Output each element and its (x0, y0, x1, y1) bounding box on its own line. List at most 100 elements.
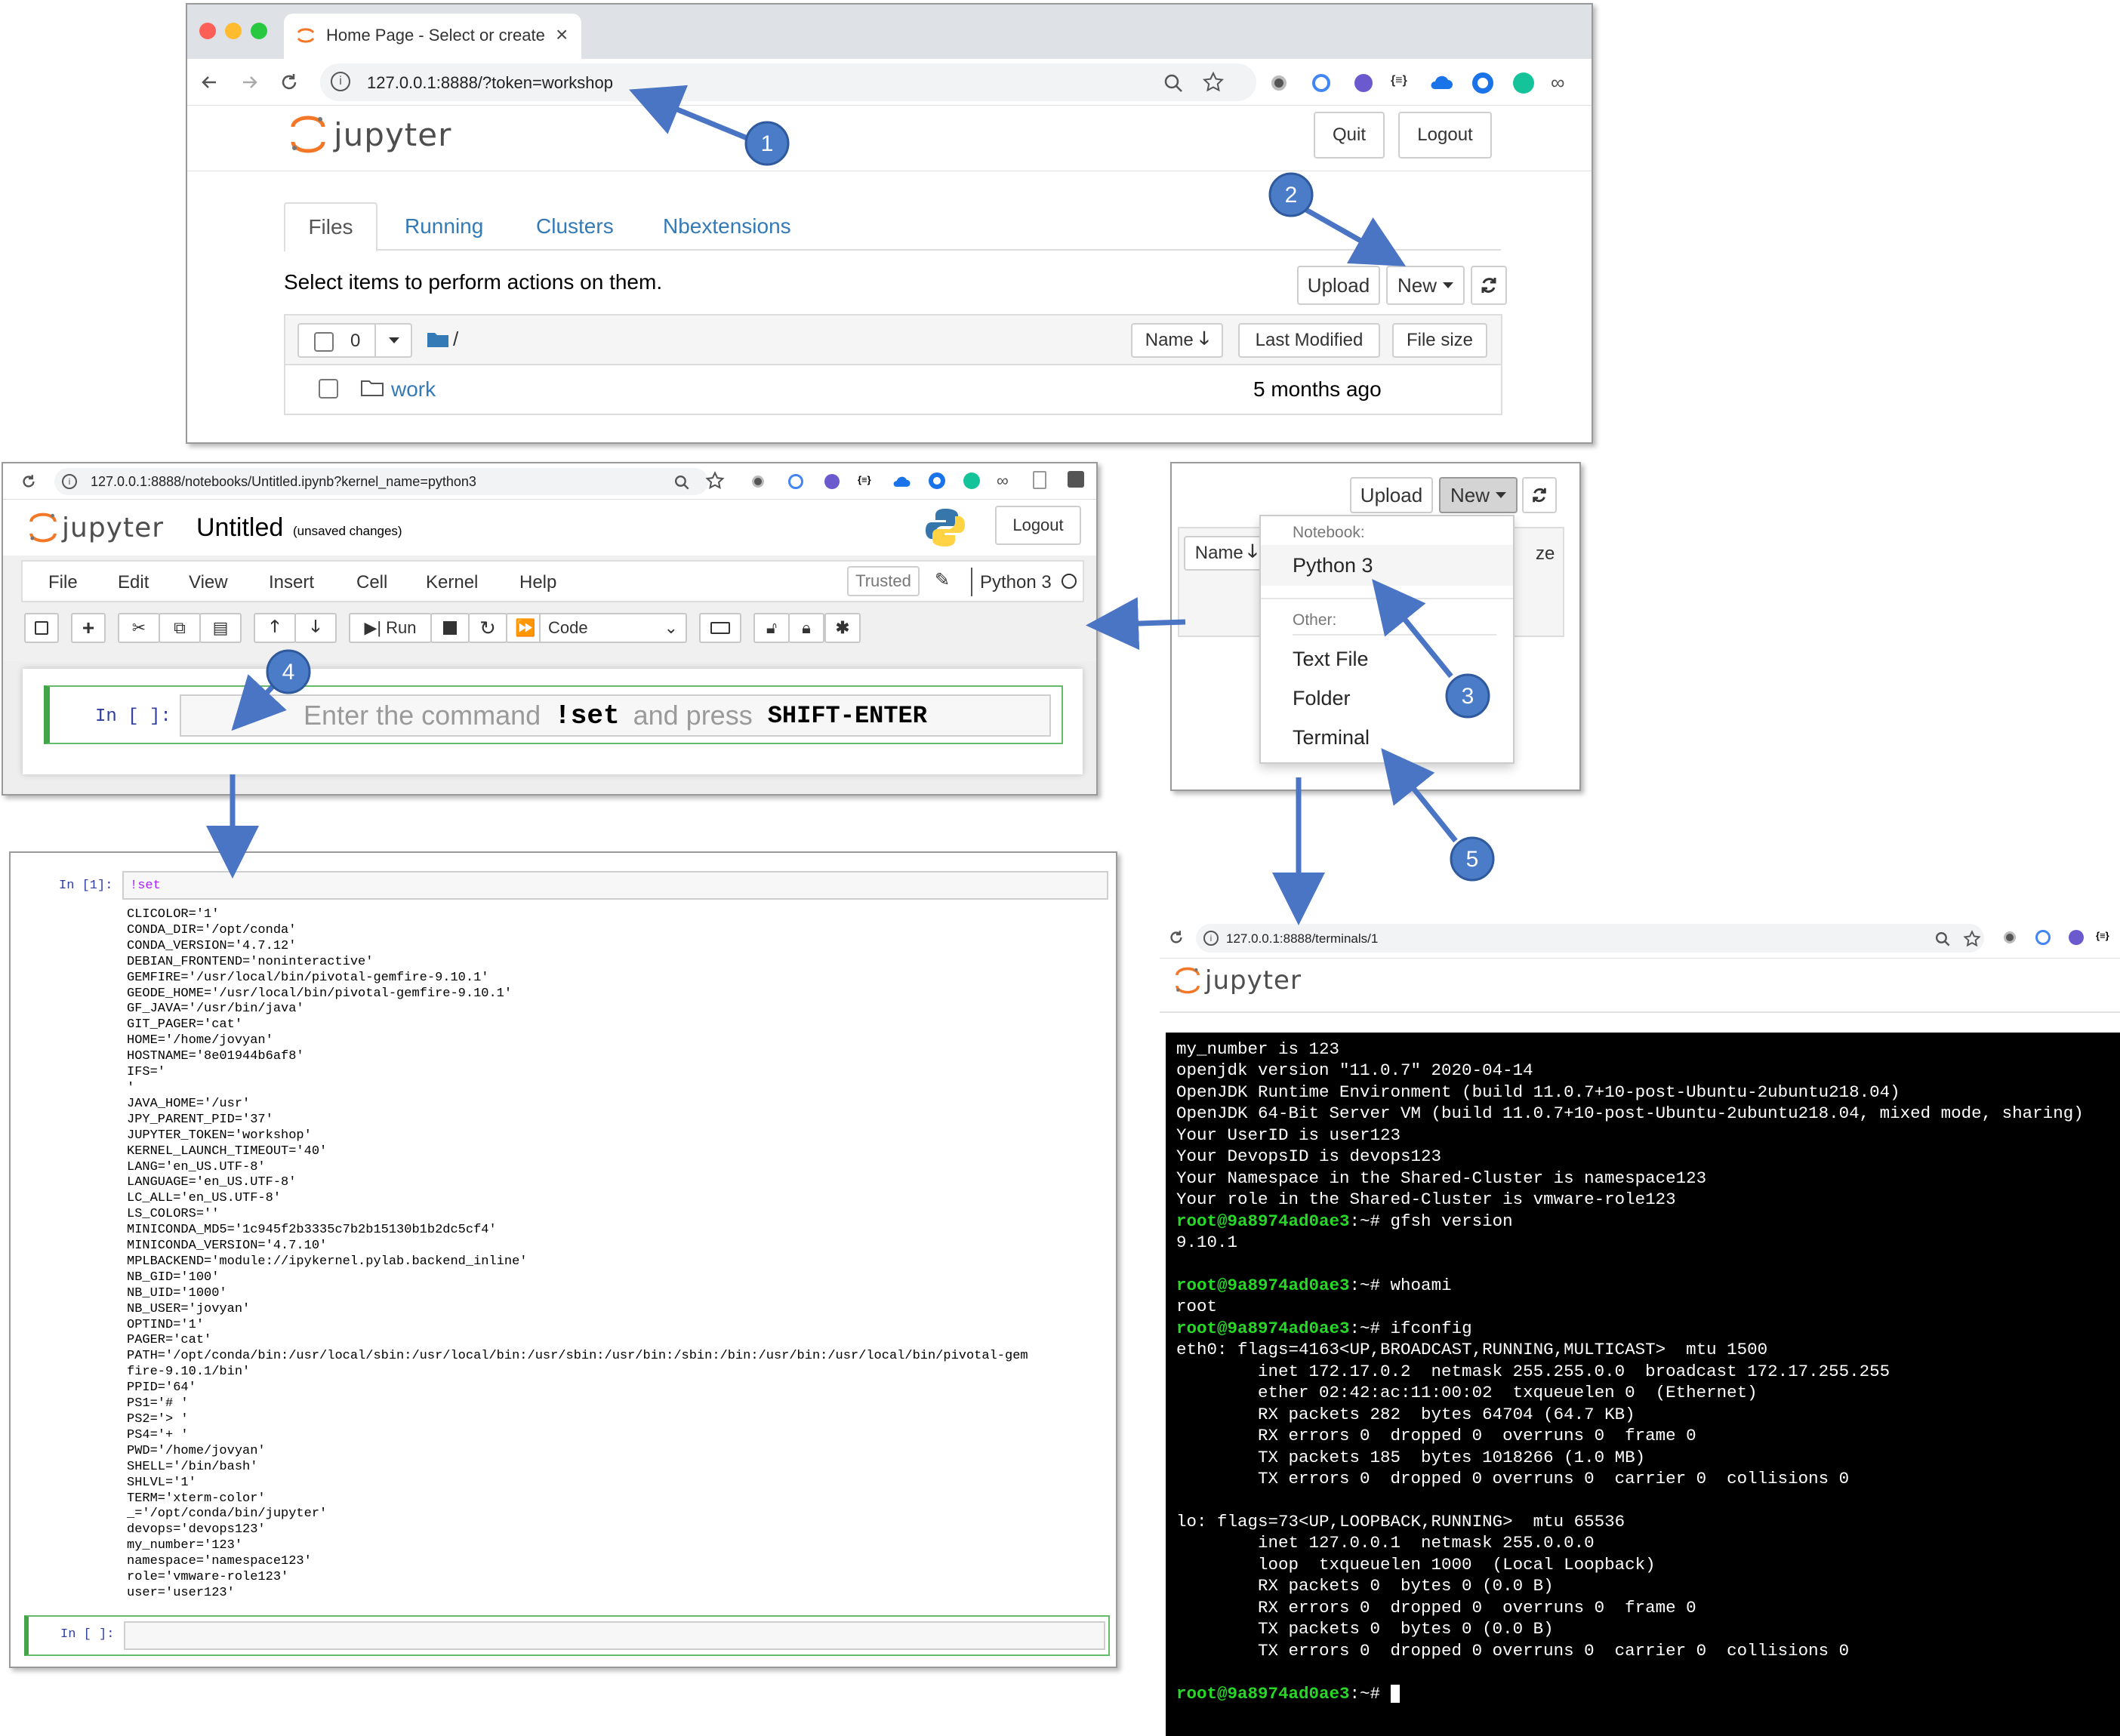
empty-code-cell[interactable]: In [ ]: (24, 1615, 1110, 1656)
site-info-icon[interactable]: i (62, 474, 77, 489)
asterisk-button[interactable]: ✱ (824, 613, 861, 643)
grammarly-icon[interactable] (1513, 72, 1534, 94)
extension-icon-4[interactable]: {≡} (858, 474, 871, 485)
address-bar[interactable]: i 127.0.0.1:8888/terminals/1 (1196, 924, 1984, 953)
select-all-checkbox[interactable] (314, 332, 334, 352)
edit-pencil-icon[interactable]: ✎ (935, 569, 950, 591)
trusted-indicator[interactable]: Trusted (847, 566, 920, 596)
command-palette-button[interactable] (699, 613, 741, 643)
quit-button[interactable]: Quit (1314, 112, 1385, 159)
zoom-icon[interactable] (1934, 931, 1951, 947)
tab-close-icon[interactable]: × (556, 23, 568, 47)
run-button[interactable]: ▶| Run (349, 613, 432, 643)
site-info-icon[interactable]: i (331, 72, 350, 91)
extension-icon-4[interactable]: {≡} (2096, 930, 2109, 941)
restart-button[interactable]: ↻ (468, 613, 507, 643)
terminal-screen[interactable]: my_number is 123 openjdk version "11.0.7"… (1166, 1033, 2120, 1736)
menu-view[interactable]: View (189, 572, 228, 593)
upload-button[interactable]: Upload (1297, 266, 1380, 305)
extension-icon-3[interactable] (2069, 930, 2084, 945)
cell-input[interactable]: Enter the command !set and press SHIFT-E… (180, 694, 1051, 737)
folder-icon[interactable] (427, 331, 448, 347)
tab-nbextensions[interactable]: Nbextensions (663, 214, 791, 239)
lock-button[interactable]: 🔒︎ (788, 613, 824, 643)
jupyter-logo[interactable]: jupyter (29, 510, 164, 545)
extension-icon-2[interactable] (1312, 74, 1330, 92)
tab-running[interactable]: Running (405, 214, 483, 239)
jupyter-logo[interactable]: jupyter (290, 113, 451, 155)
zoom-icon[interactable] (673, 474, 690, 491)
puzzle-icon[interactable] (1068, 471, 1084, 488)
row-checkbox[interactable] (319, 379, 338, 399)
glasses-icon[interactable]: ∞ (997, 471, 1009, 491)
extension-icon-1[interactable] (1271, 75, 1286, 91)
sort-size-button[interactable]: File size (1392, 323, 1487, 358)
close-window-icon[interactable] (199, 23, 216, 39)
cell-input[interactable] (124, 1621, 1105, 1650)
insert-cell-button[interactable]: + (71, 613, 106, 643)
paste-button[interactable]: ▤ (199, 613, 242, 643)
extension-icon-3[interactable] (824, 474, 840, 489)
menu-item-folder[interactable]: Folder (1293, 687, 1351, 710)
menu-file[interactable]: File (48, 572, 78, 593)
file-name-link[interactable]: work (391, 377, 436, 402)
breadcrumb[interactable]: / (453, 328, 458, 351)
grammarly-icon[interactable] (963, 472, 980, 489)
bookmark-star-icon[interactable] (1202, 71, 1225, 94)
extension-icon-3[interactable] (1354, 74, 1373, 92)
bookmark-star-icon[interactable] (1963, 930, 1981, 948)
unlock-button[interactable]: 🔓︎ (753, 613, 790, 643)
extension-icon-2[interactable] (2035, 930, 2051, 945)
zoom-icon[interactable] (1163, 72, 1184, 94)
sort-modified-button[interactable]: Last Modified (1238, 323, 1380, 358)
menu-cell[interactable]: Cell (356, 572, 387, 593)
menu-insert[interactable]: Insert (269, 572, 314, 593)
extension-icon-4[interactable]: {≡} (1391, 74, 1407, 88)
menu-edit[interactable]: Edit (118, 572, 149, 593)
cloud-icon[interactable] (891, 474, 912, 489)
extension-icon-1[interactable] (752, 476, 764, 488)
extension-icon-1[interactable] (2004, 931, 2016, 943)
notebook-title[interactable]: Untitled (196, 513, 283, 543)
reload-icon[interactable] (278, 71, 300, 94)
new-dropdown-button[interactable]: New (1439, 477, 1518, 513)
kernel-name[interactable]: Python 3 (980, 572, 1052, 593)
tab-clusters[interactable]: Clusters (536, 214, 614, 239)
extension-icon-2[interactable] (788, 474, 803, 489)
menu-kernel[interactable]: Kernel (426, 572, 478, 593)
extension-icon-5[interactable] (929, 472, 945, 489)
jupyter-logo[interactable]: jupyter (1175, 965, 1302, 996)
copy-button[interactable]: ⧉ (159, 613, 201, 643)
menu-item-terminal[interactable]: Terminal (1293, 726, 1370, 749)
maximize-window-icon[interactable] (251, 23, 267, 39)
address-bar[interactable]: i 127.0.0.1:8888/notebooks/Untitled.ipyn… (54, 468, 708, 495)
refresh-button[interactable] (1471, 266, 1507, 305)
cut-button[interactable]: ✂ (118, 613, 160, 643)
menu-help[interactable]: Help (519, 572, 556, 593)
logout-button[interactable]: Logout (1398, 112, 1492, 159)
forward-icon[interactable] (239, 71, 261, 94)
address-bar[interactable]: i 127.0.0.1:8888/?token=workshop (320, 63, 1256, 101)
cell-type-select[interactable]: Code ⌄ (539, 613, 687, 643)
site-info-icon[interactable]: i (1203, 931, 1219, 946)
sort-name-button[interactable]: Name 🡓 (1184, 536, 1268, 571)
cell-input[interactable]: !set (122, 871, 1108, 900)
file-row[interactable]: work 5 months ago (285, 365, 1501, 414)
code-cell[interactable]: In [ ]: Enter the command !set and press… (44, 685, 1063, 744)
browser-tab[interactable]: Home Page - Select or create a × (284, 14, 581, 59)
save-button[interactable] (24, 613, 59, 643)
logout-button[interactable]: Logout (995, 506, 1081, 545)
interrupt-button[interactable] (430, 613, 470, 643)
minimize-window-icon[interactable] (225, 23, 242, 39)
bookmark-star-icon[interactable] (705, 471, 725, 491)
sort-name-button[interactable]: Name 🡓 (1131, 323, 1223, 358)
glasses-icon[interactable]: ∞ (1551, 71, 1565, 94)
new-dropdown-button[interactable]: New (1386, 266, 1465, 305)
back-icon[interactable] (198, 71, 220, 94)
reload-icon[interactable] (1167, 928, 1185, 946)
move-down-button[interactable]: 🡓 (294, 613, 337, 643)
refresh-button[interactable] (1522, 477, 1557, 513)
cloud-icon[interactable] (1428, 72, 1454, 92)
select-dropdown-button[interactable] (374, 325, 412, 356)
menu-item-text-file[interactable]: Text File (1293, 648, 1369, 671)
